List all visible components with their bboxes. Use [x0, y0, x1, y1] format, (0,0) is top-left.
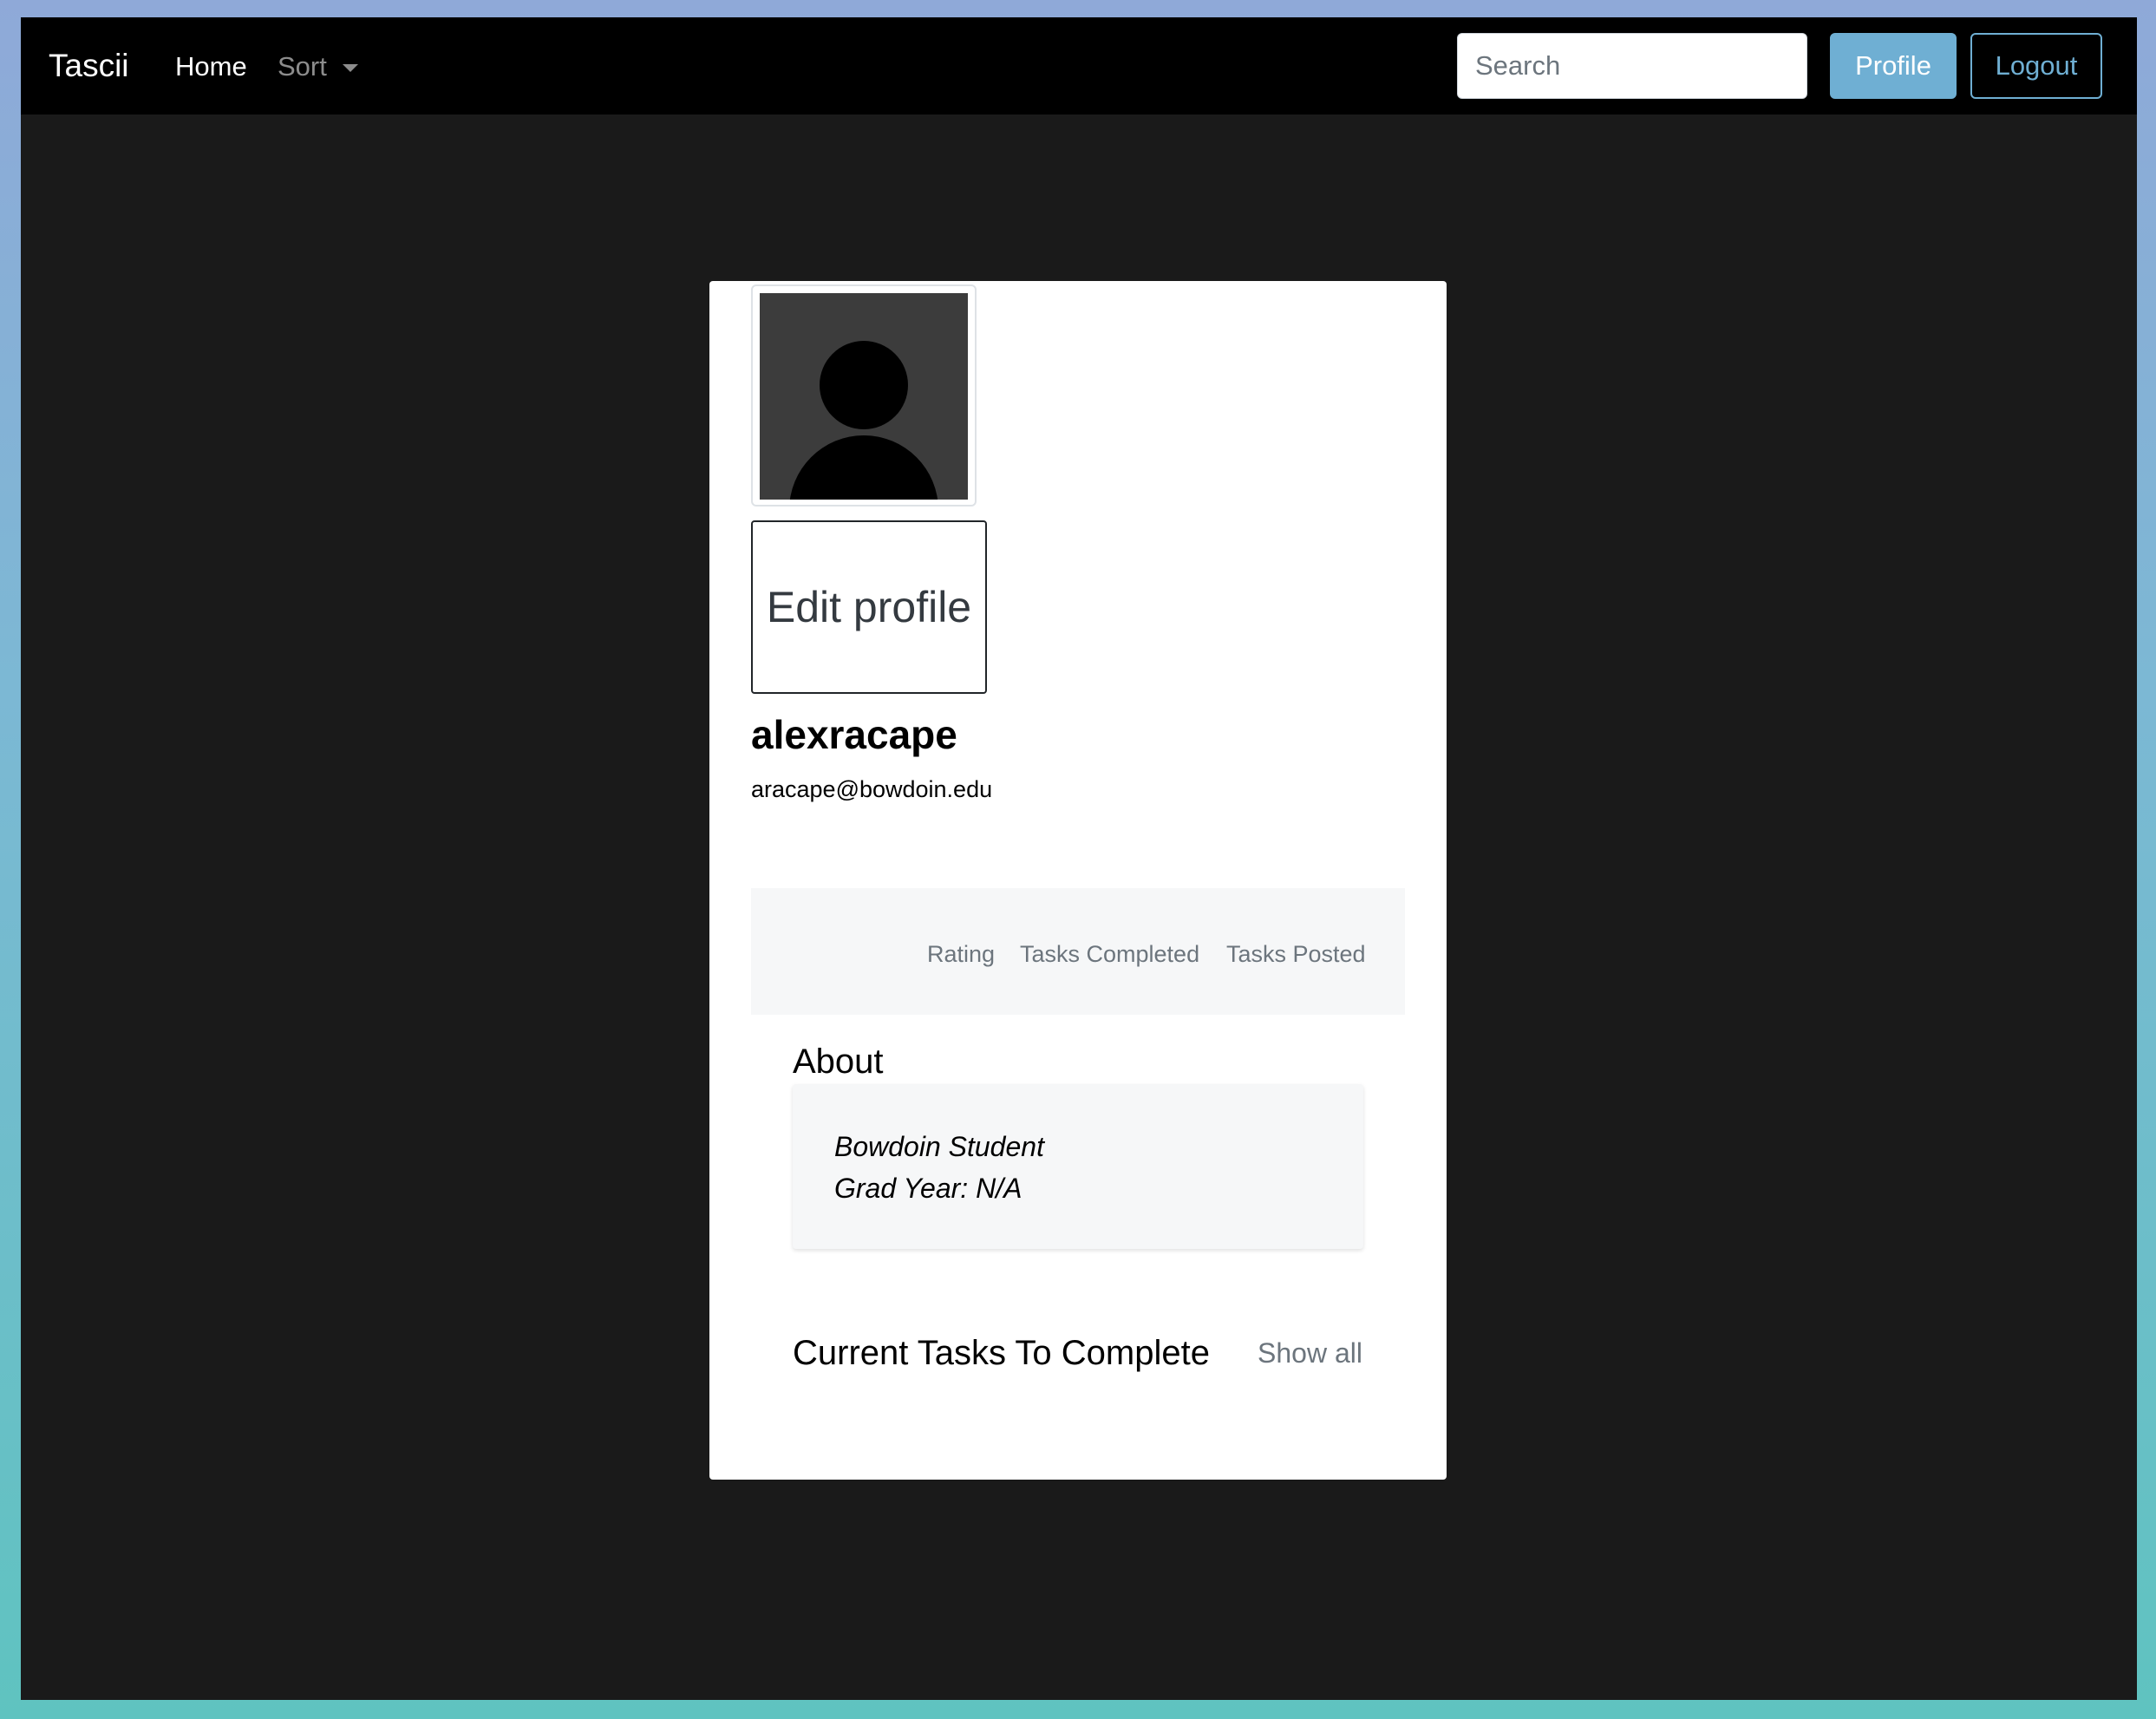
avatar — [751, 284, 977, 507]
nav-home-link[interactable]: Home — [175, 50, 247, 83]
caret-down-icon — [342, 63, 358, 72]
app-window: Tascii Home Sort Profile Logout Edit pro… — [21, 17, 2137, 1700]
about-line-grad-year: Grad Year: N/A — [834, 1173, 1022, 1204]
about-heading: About — [793, 1043, 884, 1081]
edit-profile-button[interactable]: Edit profile — [751, 520, 987, 694]
about-line-student: Bowdoin Student — [834, 1131, 1044, 1162]
show-all-link[interactable]: Show all — [1258, 1336, 1362, 1370]
stats-bar: Rating Tasks Completed Tasks Posted — [751, 888, 1405, 1015]
username: alexracape — [751, 712, 957, 757]
search-input[interactable] — [1457, 33, 1807, 99]
current-tasks-heading: Current Tasks To Complete — [793, 1334, 1210, 1372]
brand-logo[interactable]: Tascii — [49, 47, 129, 85]
profile-card: Edit profile alexracape aracape@bowdoin.… — [709, 281, 1447, 1480]
stat-tasks-completed-label: Tasks Completed — [1020, 941, 1200, 967]
profile-button[interactable]: Profile — [1830, 33, 1957, 99]
stat-rating-label: Rating — [927, 941, 996, 967]
about-box: Bowdoin Student Grad Year: N/A — [793, 1084, 1363, 1249]
nav-sort-label: Sort — [278, 51, 327, 82]
nav-sort-dropdown[interactable]: Sort — [278, 50, 358, 83]
avatar-svg — [789, 341, 938, 500]
navbar: Tascii Home Sort Profile Logout — [21, 17, 2137, 114]
stat-tasks-posted-label: Tasks Posted — [1226, 941, 1366, 967]
person-silhouette-icon — [760, 293, 968, 500]
user-email: aracape@bowdoin.edu — [751, 776, 993, 802]
logout-button[interactable]: Logout — [1970, 33, 2102, 99]
